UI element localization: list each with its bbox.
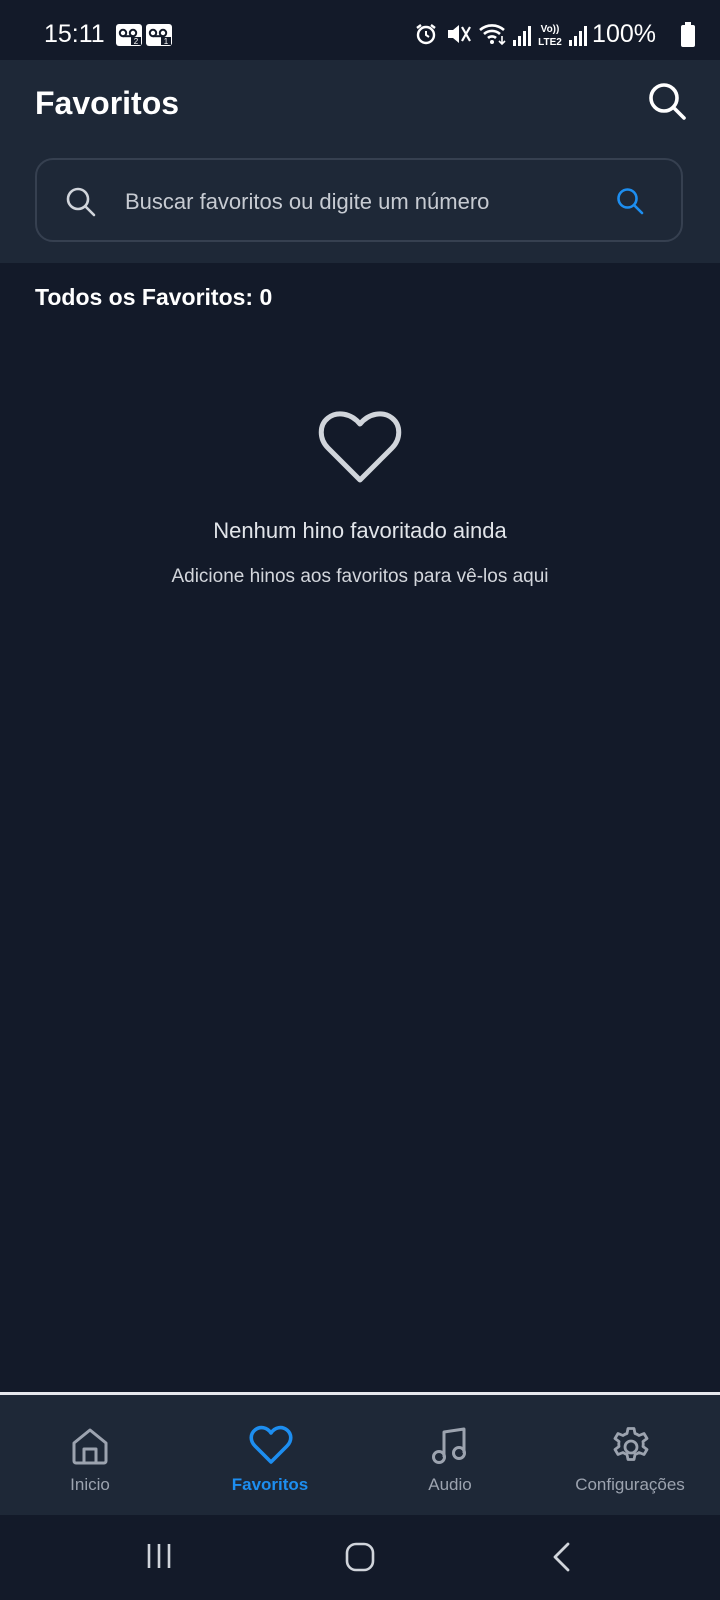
favorites-count-heading: Todos os Favoritos: 0	[35, 284, 273, 310]
tab-label-audio: Audio	[428, 1475, 472, 1494]
recent-apps-icon[interactable]	[144, 1541, 174, 1571]
signal-icon	[513, 26, 531, 46]
battery-icon	[681, 22, 695, 47]
voicemail-icon: 2	[116, 24, 142, 46]
battery-percentage: 100%	[592, 20, 656, 48]
mute-icon	[448, 25, 471, 43]
alarm-icon	[416, 24, 436, 45]
svg-text:LTE2: LTE2	[538, 37, 562, 48]
tab-audio[interactable]: Audio	[360, 1395, 540, 1515]
status-bar: 15:11 2 1 Vo)) LTE2 100%	[0, 0, 720, 60]
status-icons: Vo)) LTE2 100%	[390, 0, 720, 60]
signal-icon	[569, 26, 587, 46]
tab-label-inicio: Inicio	[70, 1475, 110, 1494]
status-time: 15:11	[44, 20, 105, 48]
search-submit-icon[interactable]	[615, 186, 645, 216]
empty-state-subtitle: Adicione hinos aos favoritos para vê-los…	[171, 566, 549, 587]
svg-text:1: 1	[164, 37, 169, 46]
tab-configuracoes[interactable]: Configurações	[540, 1395, 720, 1515]
search-icon	[66, 187, 96, 217]
wifi-icon	[479, 24, 506, 46]
tab-label-favoritos: Favoritos	[231, 1475, 309, 1494]
header-search-button[interactable]	[644, 78, 690, 124]
empty-state: Nenhum hino favoritado ainda Adicione hi…	[0, 410, 720, 588]
app-header: Favoritos	[0, 60, 720, 263]
tab-label-configuracoes: Configurações	[575, 1475, 685, 1494]
search-field[interactable]	[35, 158, 683, 242]
page-title: Favoritos	[35, 85, 180, 121]
home-icon	[72, 1428, 108, 1465]
tab-favoritos[interactable]: Favoritos	[180, 1395, 360, 1515]
tab-inicio[interactable]: Inicio	[0, 1395, 180, 1515]
home-button-icon[interactable]	[344, 1541, 376, 1573]
settings-gear-icon	[613, 1427, 649, 1461]
empty-state-title: Nenhum hino favoritado ainda	[213, 518, 507, 543]
svg-text:Vo)): Vo))	[541, 24, 560, 35]
music-note-icon	[432, 1427, 466, 1464]
volte-icon: Vo)) LTE2	[538, 24, 562, 48]
heart-outline-icon	[318, 411, 402, 483]
sim-icons: 2 1	[116, 24, 172, 46]
back-icon[interactable]	[550, 1541, 574, 1573]
bottom-tab-bar: Inicio Favoritos Audio Configurações	[0, 1392, 720, 1515]
search-icon	[649, 83, 686, 120]
search-input[interactable]	[123, 178, 607, 226]
system-nav-bar	[0, 1515, 720, 1600]
svg-text:2: 2	[134, 37, 139, 46]
heart-icon	[249, 1425, 293, 1464]
voicemail-icon: 1	[146, 24, 172, 46]
